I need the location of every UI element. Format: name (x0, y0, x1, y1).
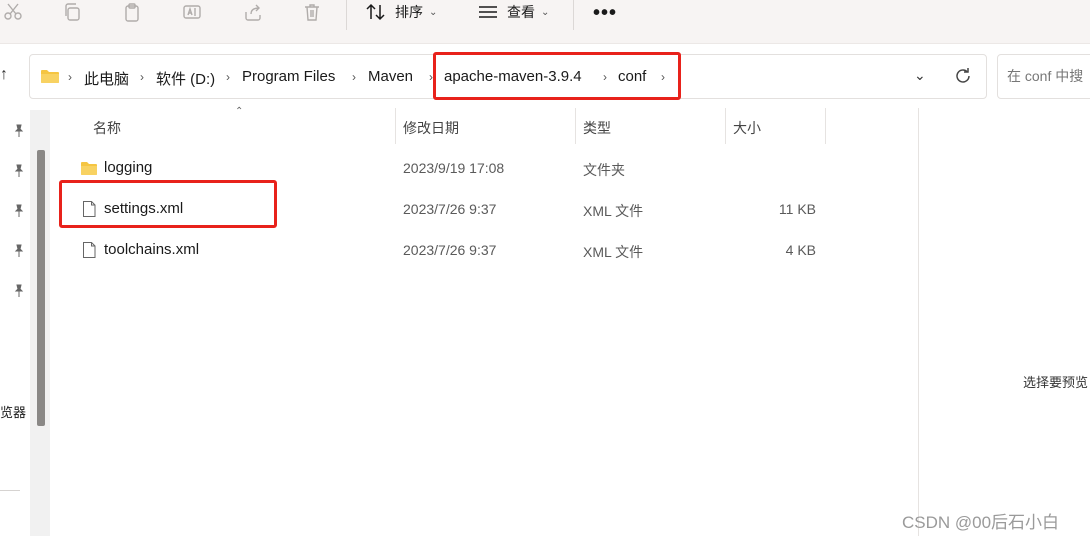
refresh-icon[interactable] (952, 65, 974, 87)
column-header-modified[interactable]: 修改日期 (403, 118, 459, 138)
cut-icon[interactable] (0, 0, 26, 24)
sort-label: 排序 (395, 4, 423, 20)
view-icon (479, 6, 497, 18)
file-icon (83, 201, 96, 217)
toolbar-divider (346, 0, 347, 30)
breadcrumb-this-pc[interactable]: 此电脑 (84, 68, 129, 89)
share-icon[interactable] (240, 0, 266, 24)
watermark: CSDN @00后石小白 (902, 513, 1060, 532)
folder-icon (81, 162, 97, 175)
breadcrumb-separator: › (68, 70, 72, 84)
file-row-logging[interactable]: logging 2023/9/19 17:08 文件夹 (60, 148, 920, 188)
sort-icon (366, 3, 385, 21)
view-label: 查看 (507, 4, 535, 20)
address-bar[interactable]: › 此电脑 › 软件 (D:) › Program Files › Maven … (29, 54, 987, 99)
breadcrumb-maven[interactable]: Maven (368, 68, 413, 85)
pin-icon[interactable] (12, 204, 26, 218)
file-row-toolchains[interactable]: toolchains.xml 2023/7/26 9:37 XML 文件 4 K… (60, 230, 920, 270)
pin-icon[interactable] (12, 244, 26, 258)
copy-icon[interactable] (59, 0, 85, 24)
breadcrumb-separator: › (140, 70, 144, 84)
breadcrumb-separator: › (429, 70, 433, 84)
file-type: 文件夹 (583, 162, 625, 178)
pin-icon[interactable] (12, 124, 26, 138)
column-header-type[interactable]: 类型 (583, 118, 611, 138)
column-header-size[interactable]: 大小 (733, 118, 761, 138)
up-arrow-icon[interactable]: ↑ (0, 66, 8, 84)
file-size: 4 KB (785, 242, 816, 258)
sort-ascending-icon: ⌃ (235, 106, 244, 117)
search-input[interactable] (1007, 68, 1090, 84)
sort-button[interactable]: 排序 ⌄ (365, 0, 437, 24)
breadcrumb-apache-maven[interactable]: apache-maven-3.9.4 (444, 68, 582, 85)
chevron-down-icon: ⌄ (429, 6, 438, 18)
file-name: toolchains.xml (104, 241, 200, 258)
file-type: XML 文件 (583, 203, 644, 219)
history-chevron-icon[interactable]: ⌄ (914, 67, 926, 84)
rename-icon[interactable] (179, 0, 205, 24)
nav-divider (0, 490, 20, 491)
nav-item-browser-partial[interactable]: 览器 (0, 402, 26, 421)
chevron-down-icon: ⌄ (541, 6, 550, 18)
toolbar-divider (573, 0, 574, 30)
breadcrumb-separator: › (661, 70, 665, 84)
more-options-icon[interactable]: ••• (593, 2, 617, 25)
breadcrumb-separator: › (352, 70, 356, 84)
column-divider[interactable] (825, 108, 826, 144)
file-name: settings.xml (104, 200, 184, 217)
view-button[interactable]: 查看 ⌄ (477, 0, 549, 24)
pin-icon[interactable] (12, 164, 26, 178)
file-modified: 2023/7/26 9:37 (403, 242, 497, 258)
breadcrumb-conf[interactable]: conf (618, 68, 646, 85)
preview-hint: 选择要预览 (1023, 375, 1089, 390)
file-icon (83, 242, 96, 258)
column-divider[interactable] (395, 108, 396, 144)
file-modified: 2023/9/19 17:08 (403, 160, 505, 176)
folder-icon (41, 70, 59, 83)
file-modified: 2023/7/26 9:37 (403, 201, 497, 217)
navigation-pane (0, 110, 50, 536)
file-name: logging (104, 159, 153, 176)
breadcrumb-program-files[interactable]: Program Files (242, 68, 335, 85)
pin-icon[interactable] (12, 284, 26, 298)
breadcrumb-separator: › (603, 70, 607, 84)
preview-pane-divider[interactable] (918, 108, 919, 536)
file-row-settings[interactable]: settings.xml 2023/7/26 9:37 XML 文件 11 KB (60, 189, 920, 229)
column-divider[interactable] (575, 108, 576, 144)
column-header-row: ⌃ 名称 修改日期 类型 大小 (60, 106, 920, 144)
delete-icon[interactable] (299, 0, 325, 24)
command-bar: 排序 ⌄ 查看 ⌄ ••• (0, 0, 1090, 44)
column-header-name[interactable]: 名称 (93, 118, 121, 138)
file-type: XML 文件 (583, 244, 644, 260)
search-box[interactable] (997, 54, 1090, 99)
column-divider[interactable] (725, 108, 726, 144)
breadcrumb-separator: › (226, 70, 230, 84)
file-size: 11 KB (778, 201, 816, 217)
paste-icon[interactable] (119, 0, 145, 24)
breadcrumb-drive-d[interactable]: 软件 (D:) (156, 68, 215, 89)
